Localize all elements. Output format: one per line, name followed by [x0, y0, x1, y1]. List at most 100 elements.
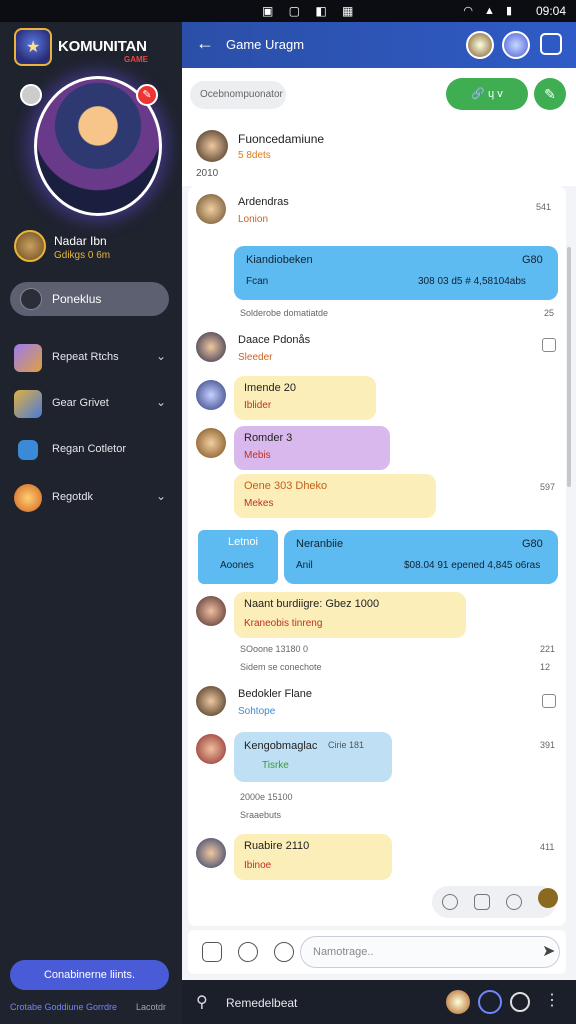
- sidebar-footer[interactable]: Crotabe Goddiune Gorrdre Lacotdr: [10, 1002, 166, 1012]
- meta-line: SOoone 13180 0: [240, 644, 309, 654]
- notification-icons: ▣ ▢ ◧ ▦: [262, 4, 360, 18]
- hero-badge-left-icon[interactable]: [20, 84, 42, 106]
- timestamp: 25: [544, 308, 555, 318]
- signal-icons: ◠ ▲ ▮: [463, 5, 516, 17]
- message-bubble[interactable]: Neranbiie G80 Anil $08.04 91 epened 4,84…: [284, 530, 558, 584]
- link-action-button[interactable]: 🔗 ɥ v: [446, 78, 528, 110]
- react-icon[interactable]: [442, 894, 458, 910]
- sidebar-item-label: Regan Cotletor: [52, 443, 126, 455]
- list-item[interactable]: Bedokler Flane Sohtope: [196, 684, 556, 724]
- message-bubble-left[interactable]: Letnoi Aoones: [198, 530, 278, 584]
- clock-icon[interactable]: [510, 992, 530, 1012]
- timestamp: 541: [536, 202, 552, 212]
- sidebar-item-regan[interactable]: Regan Cotletor: [14, 434, 174, 466]
- timestamp: 221: [540, 644, 556, 654]
- bubble-sub: Aoones: [220, 560, 254, 571]
- more-vert-icon[interactable]: ⋮: [544, 990, 560, 1010]
- active-item-avatar: [20, 288, 42, 310]
- sender-name: Ardendras: [238, 196, 289, 208]
- chevron-down-icon[interactable]: ⌄: [156, 395, 166, 409]
- sidebar: KOMUNITAN GAME ✎ Nadar Ibn Gdikgs 0 6m P…: [0, 22, 182, 1024]
- coin-icon[interactable]: [538, 888, 558, 908]
- image-icon[interactable]: [474, 894, 490, 910]
- avatar[interactable]: [196, 838, 226, 868]
- bubble-title: Ruabire 2110: [244, 840, 310, 852]
- message-list[interactable]: Ardendras Lonion 541 Kiandiobeken G80 Fc…: [188, 186, 566, 926]
- attach-icon[interactable]: [202, 942, 222, 962]
- hero-badge-right-icon[interactable]: ✎: [136, 84, 158, 106]
- profile-avatar-icon[interactable]: [446, 990, 470, 1014]
- bubble-sub: Mebis: [244, 450, 271, 461]
- pill-label: ɥ v: [488, 88, 503, 100]
- meta-line: 2000e 15100: [240, 792, 293, 802]
- bubble-title: Kengobmaglac: [244, 740, 318, 752]
- bubble-sub: Anil: [296, 560, 313, 571]
- avatar[interactable]: [196, 596, 226, 626]
- search-icon[interactable]: ⚲: [196, 992, 208, 1012]
- sidebar-item-gear[interactable]: Gear Grivet ⌄: [14, 388, 174, 420]
- avatar-row: [196, 836, 226, 870]
- message-input[interactable]: Namotrage..: [300, 936, 560, 968]
- back-arrow-icon[interactable]: ←: [196, 33, 214, 54]
- message-bubble[interactable]: Oene 303 Dheko Mekes: [234, 474, 436, 518]
- status-bar: ▣ ▢ ◧ ▦ ◠ ▲ ▮ 09:04: [0, 0, 576, 22]
- message-bubble[interactable]: Ruabire 2110 Ibinoe: [234, 834, 392, 880]
- sender-sub: Sohtope: [238, 706, 276, 717]
- bubble-value: 308 03 d5 # 4,58104abs: [418, 276, 526, 287]
- list-item[interactable]: Ardendras Lonion 541: [196, 192, 556, 232]
- sidebar-item-active[interactable]: Poneklus: [10, 282, 169, 316]
- avatar[interactable]: [196, 686, 226, 716]
- feed-avatar[interactable]: [196, 130, 228, 162]
- chevron-down-icon[interactable]: ⌄: [156, 349, 166, 363]
- chat-toolbar: Ocebnompuonator 🔗 ɥ v ✎: [182, 68, 576, 124]
- bookmark-icon[interactable]: [542, 338, 556, 352]
- bubble-sub: Ibinoe: [244, 860, 272, 871]
- avatar-row: [196, 594, 226, 628]
- composer: Namotrage.. ➤: [188, 930, 566, 974]
- avatar[interactable]: [196, 194, 226, 224]
- avatar[interactable]: [196, 380, 226, 410]
- message-bubble[interactable]: Naant burdiigre: Gbez 1000 Kraneobis tin…: [234, 592, 466, 638]
- avatar[interactable]: [196, 734, 226, 764]
- sender-sub: Sleeder: [238, 352, 273, 363]
- player-profile[interactable]: Nadar Ibn Gdikgs 0 6m: [14, 230, 174, 266]
- game-icon[interactable]: [478, 990, 502, 1014]
- bubble-title: Naant burdiigre: Gbez 1000: [244, 598, 380, 610]
- bubble-number: Cirie 181: [328, 740, 365, 750]
- edit-icon[interactable]: ✎: [534, 78, 566, 110]
- search-input[interactable]: Ocebnompuonator: [190, 81, 286, 109]
- member-avatar-1[interactable]: [466, 31, 494, 59]
- message-bubble[interactable]: Kengobmaglac Cirie 181 Tisrke: [234, 732, 392, 782]
- bookmark-icon[interactable]: [542, 694, 556, 708]
- scrollbar[interactable]: [567, 247, 571, 487]
- sidebar-item-regotdk[interactable]: Regotdk ⌄: [14, 482, 174, 514]
- send-icon[interactable]: ➤: [542, 941, 555, 961]
- avatar-row: [196, 428, 226, 462]
- bubble-title: Imende 20: [244, 382, 296, 394]
- message-bubble[interactable]: Kiandiobeken G80 Fcan 308 03 d5 # 4,5810…: [234, 246, 558, 300]
- message-bubble[interactable]: Romder 3 Mebis: [234, 426, 390, 470]
- footer-right-link[interactable]: Lacotdr: [136, 1002, 166, 1012]
- emoji-icon[interactable]: [274, 942, 294, 962]
- view-icon[interactable]: [506, 894, 522, 910]
- player-avatar: [14, 230, 46, 262]
- sidebar-cta-button[interactable]: Conabinerne liints.: [10, 960, 169, 990]
- sidebar-item-label: Repeat Rtchs: [52, 351, 119, 363]
- chest-icon: [14, 390, 42, 418]
- member-avatar-2[interactable]: [502, 31, 530, 59]
- sidebar-item-label: Poneklus: [52, 292, 102, 306]
- sidebar-item-repeat[interactable]: Repeat Rtchs ⌄: [14, 342, 174, 374]
- meta-line: Solderobe domatiatde: [240, 308, 329, 318]
- sticker-icon[interactable]: [238, 942, 258, 962]
- message-bubble[interactable]: Imende 20 Iblider: [234, 376, 376, 420]
- game-emblem-icon: [14, 28, 52, 66]
- player-stats: Gdikgs 0 6m: [54, 250, 111, 261]
- footer-left-link[interactable]: Crotabe Goddiune Gorrdre: [10, 1002, 117, 1012]
- avatar[interactable]: [196, 332, 226, 362]
- chevron-down-icon[interactable]: ⌄: [156, 489, 166, 503]
- meta-line: Sraaebuts: [240, 810, 282, 820]
- bottom-label[interactable]: Remedelbeat: [226, 996, 297, 1010]
- menu-icon[interactable]: [540, 33, 562, 55]
- list-item[interactable]: Daace Pdonås Sleeder: [196, 330, 556, 370]
- avatar[interactable]: [196, 428, 226, 458]
